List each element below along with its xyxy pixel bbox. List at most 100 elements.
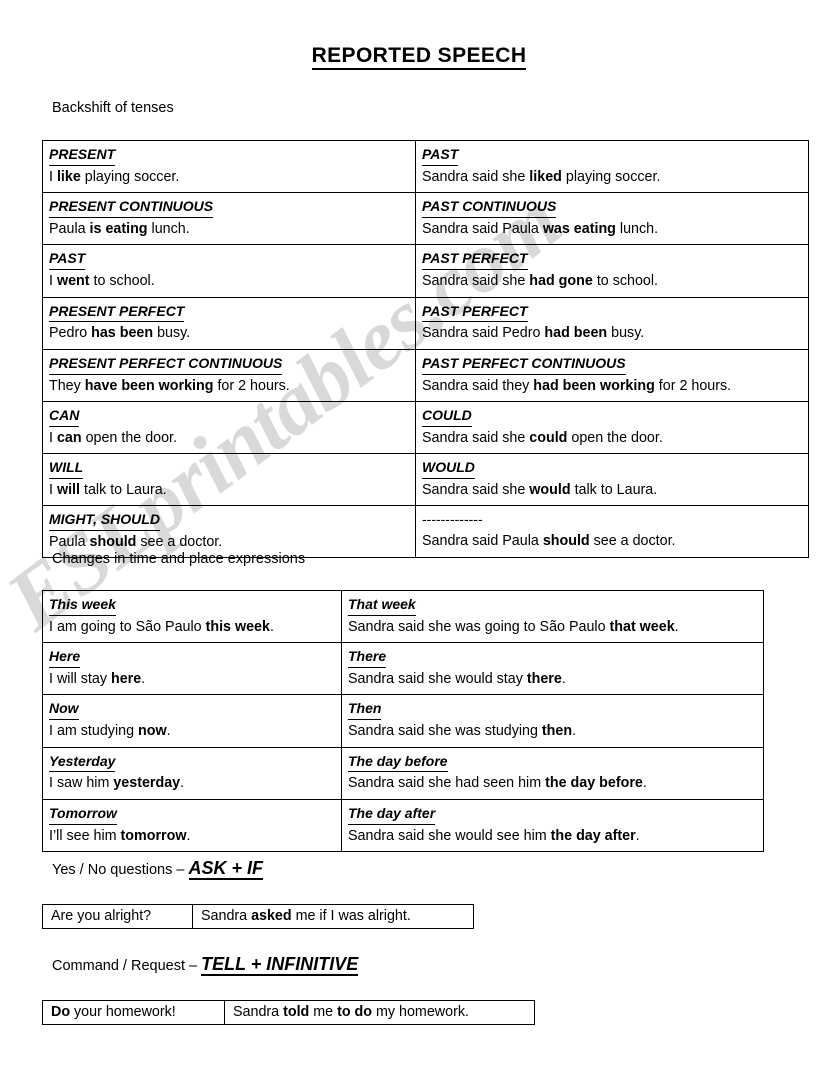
reported-sentence-bold: the day after (550, 827, 636, 844)
yesno-reported-pre: Sandra (201, 908, 252, 924)
backshift-section-label: Backshift of tenses (52, 100, 174, 116)
reported-sentence-post: playing soccer. (561, 168, 661, 185)
reported-sentence-bold: should (542, 533, 590, 550)
direct-sentence-bold: here (110, 671, 142, 688)
direct-example-sentence: I am studying now. (49, 721, 335, 741)
direct-tense-header: WILL (49, 458, 84, 479)
direct-sentence-pre: I (49, 429, 57, 446)
direct-speech-cell: Tomorrow I’ll see him tomorrow. (42, 798, 342, 852)
direct-sentence-post: . (180, 775, 185, 792)
direct-sentence-bold: have been working (84, 377, 214, 394)
reported-tense-header: ------------- (422, 511, 483, 528)
table-row: PRESENT PERFECT CONTINUOUS They have been… (42, 348, 809, 402)
reported-speech-cell: PAST PERFECT CONTINUOUS Sandra said they … (415, 348, 809, 402)
direct-example-sentence: Pedro has been busy. (49, 323, 409, 343)
reported-sentence-pre: Sandra said she would stay (348, 671, 527, 688)
page-title: REPORTED SPEECH (0, 44, 838, 70)
reported-example-sentence: Sandra said they had been working for 2 … (422, 376, 802, 396)
yesno-label-emphasis: ASK + IF (188, 858, 264, 880)
direct-speech-cell: CAN I can open the door. (42, 400, 416, 455)
direct-sentence-pre: I (49, 168, 57, 185)
direct-example-sentence: I am going to São Paulo this week. (49, 617, 335, 637)
reported-speech-cell: That week Sandra said she was going to Sã… (341, 589, 764, 644)
reported-example-sentence: Sandra said she had seen him the day bef… (348, 773, 757, 793)
direct-speech-cell: PRESENT I like playing soccer. (42, 139, 416, 194)
direct-tense-header: CAN (49, 406, 80, 427)
table-row: PRESENT PERFECT Pedro has been busy. PAST … (42, 296, 809, 350)
reported-tense-header: That week (348, 595, 416, 616)
reported-example-sentence: Sandra said she would see him the day af… (348, 826, 757, 846)
command-direct-bold: Do (51, 1004, 71, 1020)
direct-speech-cell: WILL I will talk to Laura. (42, 453, 416, 507)
table-row: PAST I went to school. PAST PERFECT Sandra … (42, 244, 809, 298)
reported-sentence-post: . (572, 723, 577, 740)
table-row: This week I am going to São Paulo this we… (42, 589, 764, 644)
reported-sentence-pre: Sandra said she was studying (348, 723, 542, 740)
reported-sentence-pre: Sandra said Pedro (422, 325, 545, 342)
table-row: Are you alright? Sandra asked me if I wa… (42, 904, 474, 929)
direct-tense-header: PRESENT PERFECT CONTINUOUS (49, 354, 283, 375)
command-reported-pre: Sandra (233, 1004, 284, 1020)
direct-sentence-post: see a doctor. (136, 534, 223, 551)
command-label-plain: Command / Request – (52, 958, 202, 974)
table-row: WILL I will talk to Laura. WOULD Sandra sai… (42, 453, 809, 507)
yesno-section-label: Yes / No questions – ASK + IF (52, 858, 264, 880)
direct-tense-header: PRESENT (49, 145, 116, 166)
table-row: Here I will stay here. There Sandra said sh… (42, 642, 764, 696)
direct-tense-header: PRESENT CONTINUOUS (49, 197, 214, 219)
direct-sentence-bold: yesterday (113, 775, 181, 792)
command-label-emphasis: TELL + INFINITIVE (201, 954, 359, 976)
direct-speech-cell: Yesterday I saw him yesterday. (42, 746, 342, 800)
direct-example-sentence: I like playing soccer. (49, 167, 409, 187)
reported-sentence-pre: Sandra said she (422, 429, 530, 446)
direct-sentence-bold: this week (205, 618, 270, 635)
reported-sentence-post: for 2 hours. (654, 377, 732, 394)
direct-sentence-pre: Pedro (49, 325, 92, 342)
direct-sentence-bold: tomorrow (120, 827, 187, 844)
direct-tense-header: Now (49, 699, 79, 721)
direct-sentence-pre: I am going to São Paulo (49, 618, 206, 635)
direct-example-sentence: Paula is eating lunch. (49, 219, 409, 239)
reported-speech-cell: PAST PERFECT Sandra said Pedro had been b… (415, 296, 809, 350)
reported-speech-cell: Then Sandra said she was studying then. (341, 694, 764, 748)
reported-speech-cell: The day after Sandra said she would see h… (341, 798, 764, 852)
direct-sentence-pre: Paula (49, 221, 90, 238)
reported-example-sentence: Sandra said Pedro had been busy. (422, 323, 802, 343)
reported-tense-header: The day after (348, 804, 436, 825)
reported-sentence-bold: then (541, 723, 573, 740)
reported-speech-cell: PAST PERFECT Sandra said she had gone to … (415, 244, 809, 298)
reported-tense-header: PAST CONTINUOUS (422, 197, 557, 219)
yesno-direct-cell: Are you alright? (42, 904, 193, 929)
reported-speech-cell: There Sandra said she would stay there. (341, 642, 764, 696)
yesno-reported-cell: Sandra asked me if I was alright. (192, 904, 474, 929)
direct-example-sentence: I can open the door. (49, 428, 409, 448)
direct-sentence-pre: I (49, 481, 57, 498)
direct-sentence-post: to school. (89, 273, 155, 290)
reported-sentence-pre: Sandra said she (422, 481, 530, 498)
reported-example-sentence: Sandra said she was going to São Paulo t… (348, 617, 757, 637)
direct-sentence-post: open the door. (81, 429, 177, 446)
direct-sentence-post: playing soccer. (80, 168, 180, 185)
reported-sentence-pre: Sandra said Paula (422, 533, 543, 550)
direct-sentence-bold: like (56, 168, 81, 185)
direct-speech-cell: PRESENT PERFECT Pedro has been busy. (42, 296, 416, 350)
reported-sentence-post: open the door. (567, 429, 663, 446)
direct-speech-cell: Now I am studying now. (42, 694, 342, 748)
table-row: Tomorrow I’ll see him tomorrow. The day af… (42, 798, 764, 852)
reported-sentence-pre: Sandra said Paula (422, 221, 543, 238)
reported-sentence-bold: would (529, 481, 571, 498)
table-row: Now I am studying now. Then Sandra said she… (42, 694, 764, 748)
reported-tense-header: WOULD (422, 458, 475, 479)
reported-example-sentence: Sandra said she was studying then. (348, 721, 757, 741)
direct-tense-header: PRESENT PERFECT (49, 302, 185, 323)
direct-tense-header: Yesterday (49, 752, 116, 773)
direct-example-sentence: I saw him yesterday. (49, 773, 335, 793)
direct-sentence-post: . (186, 827, 191, 844)
direct-example-sentence: They have been working for 2 hours. (49, 376, 409, 396)
command-box-table: Do your homework! Sandra told me to do m… (42, 1000, 535, 1025)
reported-sentence-post: . (635, 827, 640, 844)
direct-tense-header: MIGHT, SHOULD (49, 510, 160, 532)
reported-sentence-bold: the day before (545, 775, 643, 792)
reported-sentence-pre: Sandra said she would see him (348, 827, 551, 844)
direct-sentence-post: lunch. (147, 221, 190, 238)
